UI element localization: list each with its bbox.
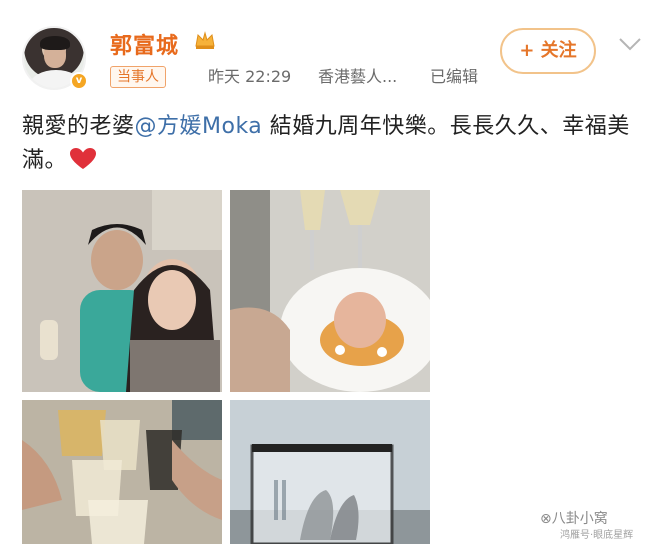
post-timestamp: 昨天 22:29 <box>208 67 292 86</box>
watermark: ⊗八卦小窝 <box>540 511 608 527</box>
username[interactable]: 郭富城 <box>110 28 179 60</box>
mention-link[interactable]: @方媛Moka <box>135 114 263 139</box>
post-header: v 郭富城 当事人 昨天 22:29 香港藝人... 已编辑 + 关注 <box>22 22 642 92</box>
chevron-down-icon[interactable] <box>618 36 642 52</box>
crown-icon <box>195 31 215 49</box>
photo-dessert-plate[interactable] <box>230 190 430 392</box>
photo-couple-selfie[interactable] <box>22 190 222 392</box>
heart-icon <box>70 148 97 169</box>
verified-icon: v <box>70 72 88 90</box>
edited-label[interactable]: 已编辑 <box>430 66 478 88</box>
watermark-subtitle: 鸿雁号·眼底星辉 <box>560 530 634 541</box>
photo-glass-plaque[interactable] <box>230 400 430 544</box>
photo-couple-selfie-art <box>22 190 222 392</box>
post-text: 親愛的老婆@方媛Moka 結婚九周年快樂。長長久久、幸福美滿。 <box>22 110 642 178</box>
photo-champagne-toast-art <box>22 400 222 544</box>
photo-champagne-toast[interactable] <box>22 400 222 544</box>
post-text-part: 親愛的老婆 <box>22 114 135 139</box>
status-badge: 当事人 <box>110 66 166 88</box>
avatar-hair <box>40 36 70 50</box>
follow-button[interactable]: + 关注 <box>500 28 596 74</box>
photo-glass-plaque-art <box>230 400 430 544</box>
photo-dessert-plate-art <box>230 190 430 392</box>
post-source: 香港藝人... <box>318 67 398 86</box>
